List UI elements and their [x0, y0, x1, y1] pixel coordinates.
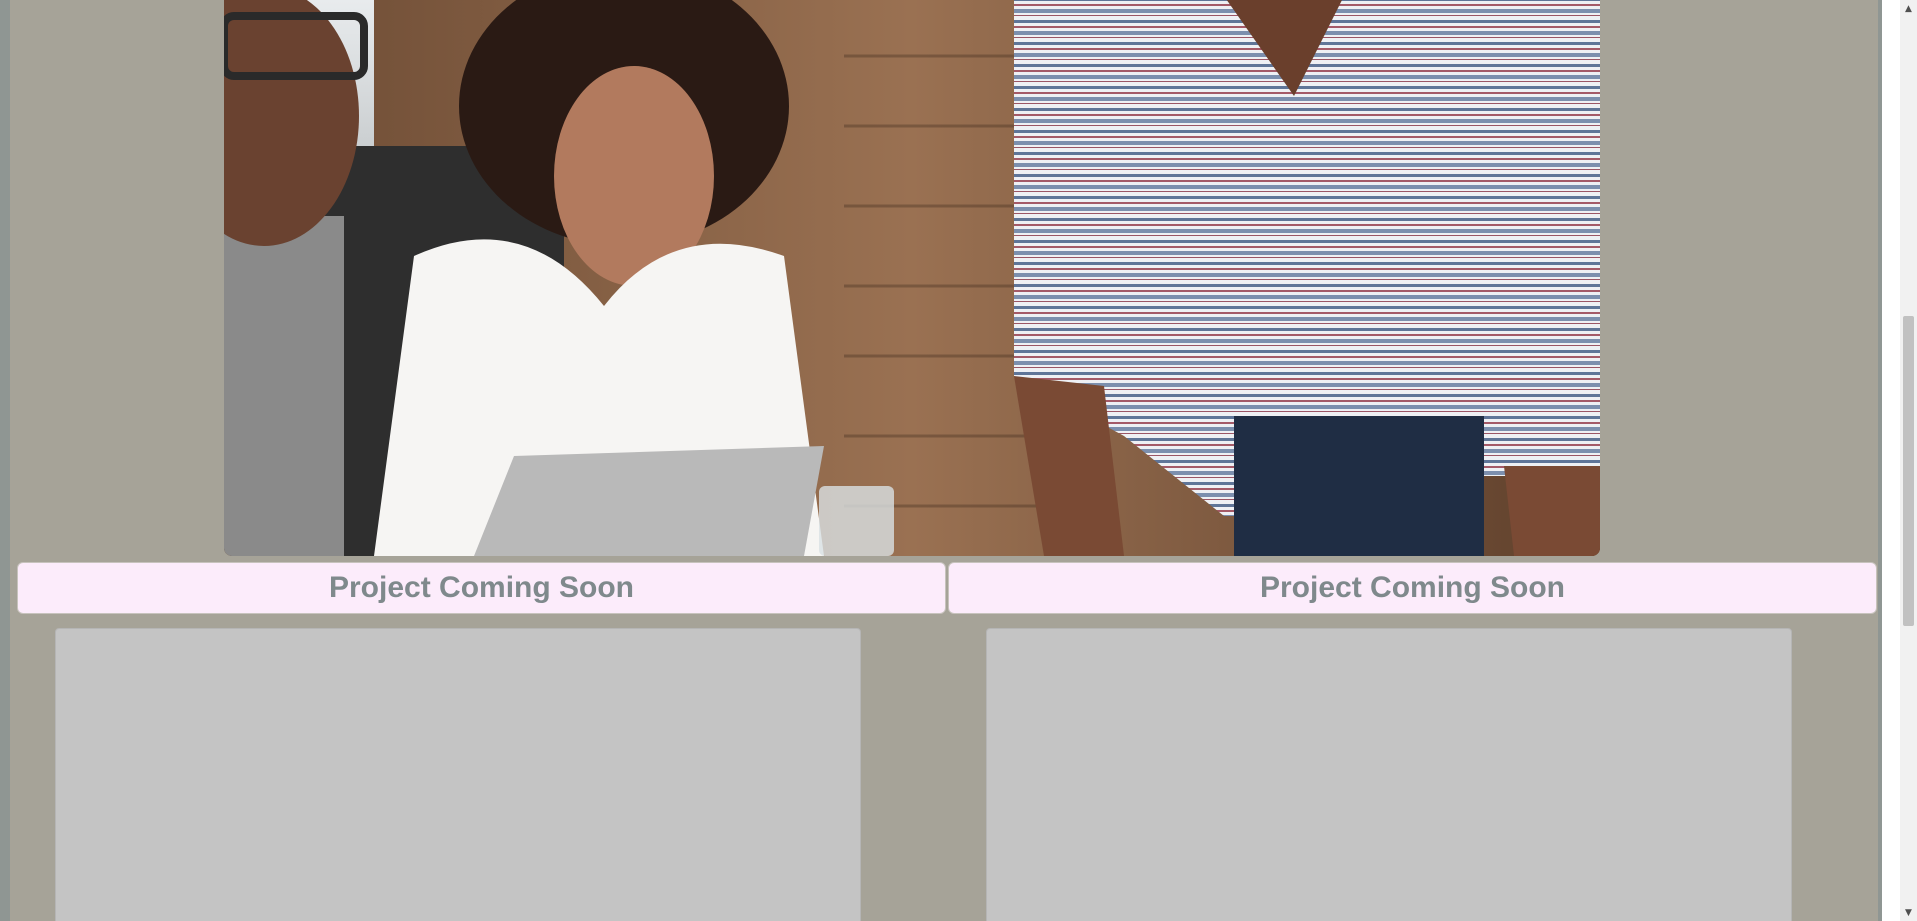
hero-image	[224, 0, 1600, 556]
page-gutter	[1882, 0, 1900, 921]
vertical-scrollbar[interactable]: ▲ ▼	[1900, 0, 1917, 921]
scroll-up-arrow-icon[interactable]: ▲	[1900, 0, 1917, 17]
project-card-placeholder-2[interactable]	[986, 628, 1792, 921]
browser-viewport: Project Coming Soon Project Coming Soon …	[0, 0, 1917, 921]
page-container: Project Coming Soon Project Coming Soon	[0, 0, 1882, 921]
project-title-1: Project Coming Soon	[17, 562, 946, 614]
scroll-down-arrow-icon[interactable]: ▼	[1900, 904, 1917, 921]
project-title-2: Project Coming Soon	[948, 562, 1877, 614]
project-card-placeholder-1[interactable]	[55, 628, 861, 921]
hero-photo-illustration	[224, 0, 1600, 556]
scrollbar-thumb[interactable]	[1903, 316, 1914, 626]
